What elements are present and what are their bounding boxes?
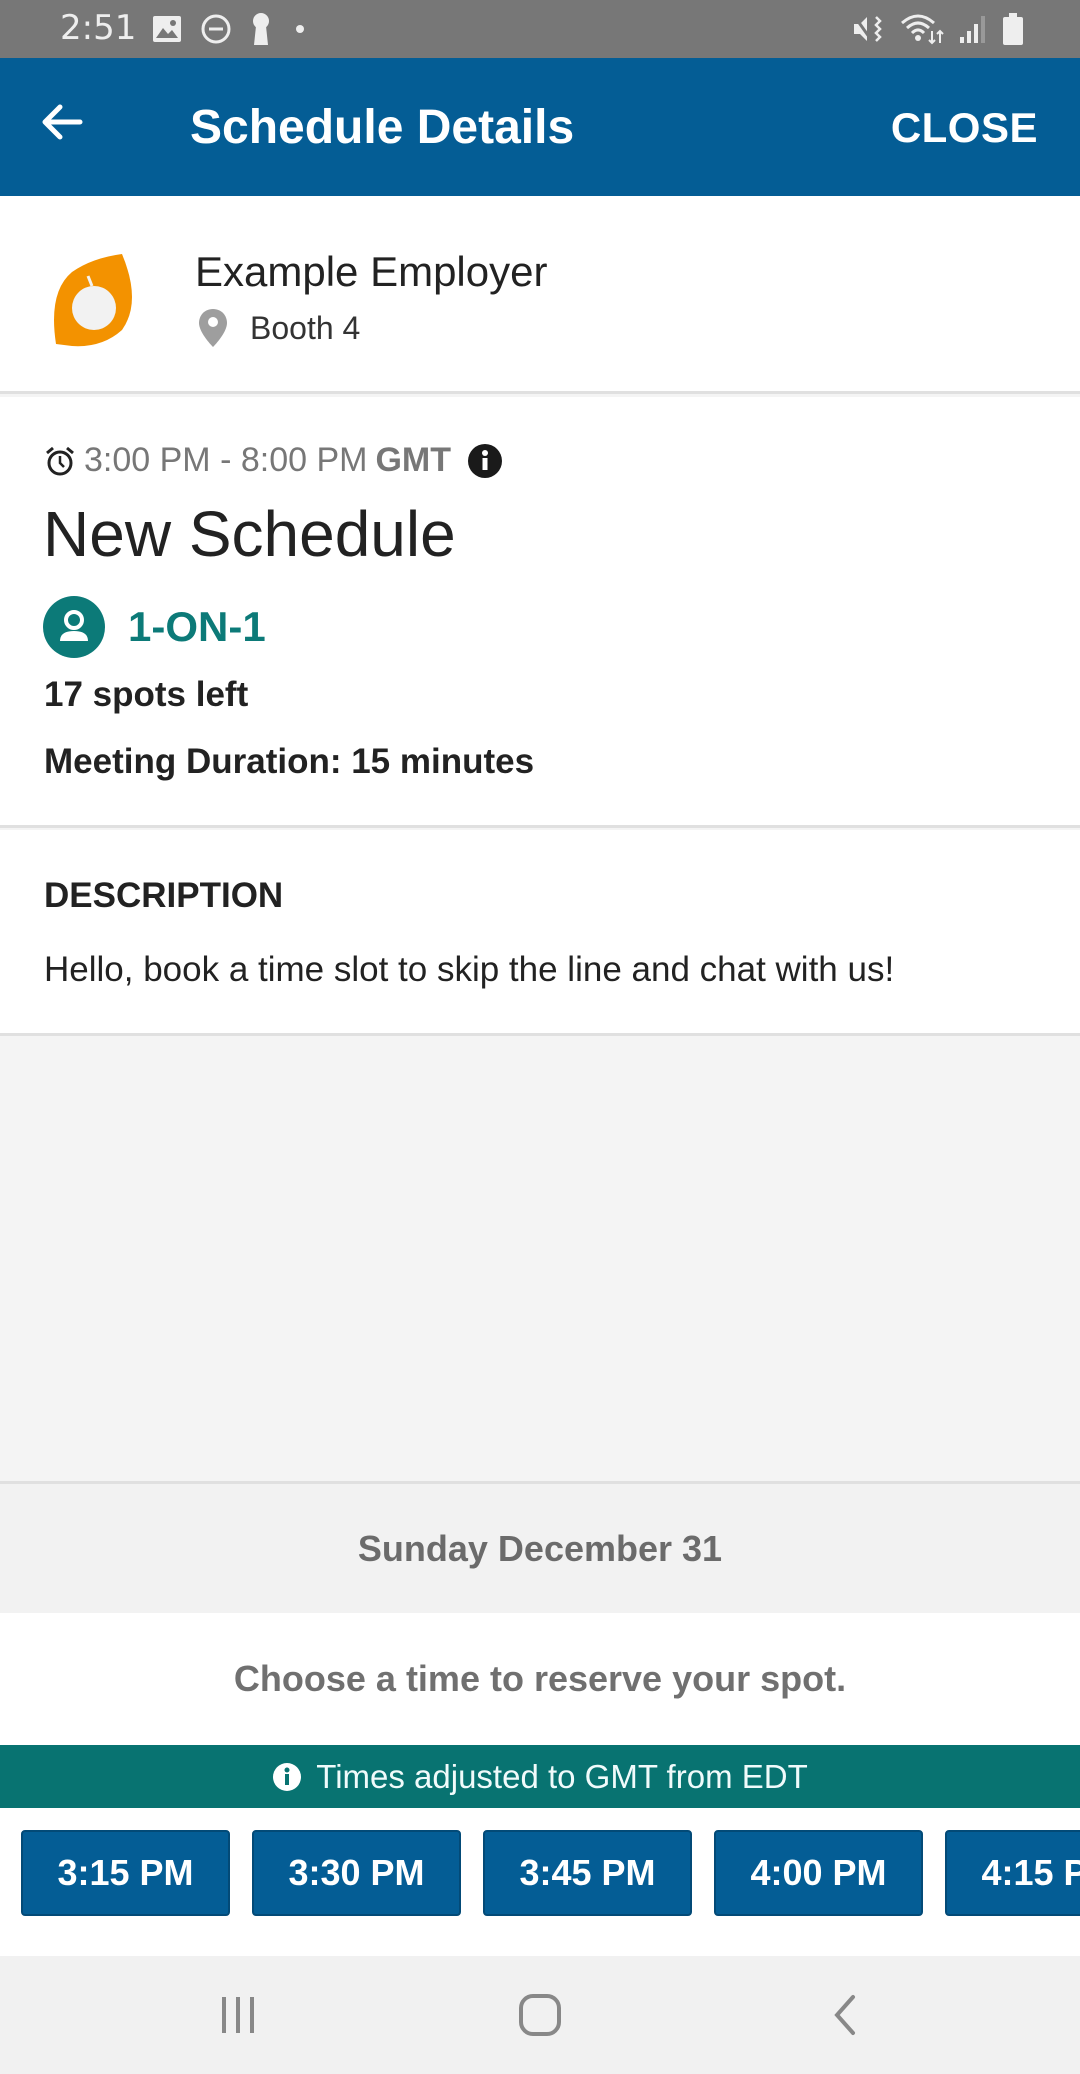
status-time: 2:51 — [60, 8, 137, 48]
timezone: GMT — [375, 441, 452, 479]
home-icon — [519, 1994, 561, 2036]
description-section: DESCRIPTION Hello, book a time slot to s… — [0, 830, 1080, 1036]
back-button[interactable] — [38, 98, 98, 158]
time-slot-button[interactable]: 3:45 PM — [483, 1830, 692, 1916]
meeting-duration: Meeting Duration: 15 minutes — [44, 742, 535, 781]
vibrate-mute-icon — [853, 16, 882, 42]
nav-back-button[interactable] — [814, 1990, 874, 2040]
battery-icon — [1003, 13, 1023, 45]
time-range: 3:00 PM - 8:00 PM — [84, 441, 368, 479]
close-button[interactable]: CLOSE — [891, 104, 1038, 152]
timezone-notice: Times adjusted to GMT from EDT — [0, 1745, 1080, 1808]
time-slot-scroller[interactable]: 3:15 PM 3:30 PM 3:45 PM 4:00 PM 4:15 PM — [0, 1808, 1080, 1956]
spots-left: 17 spots left — [44, 675, 249, 714]
image-icon — [153, 16, 181, 42]
chevron-left-icon — [834, 1995, 855, 2035]
home-button[interactable] — [510, 1990, 570, 2040]
dot-icon — [296, 25, 304, 33]
schedule-info: 3:00 PM - 8:00 PM GMT New Schedule 1-ON-… — [0, 397, 1080, 828]
timezone-notice-text: Times adjusted to GMT from EDT — [316, 1757, 808, 1795]
employer-logo — [54, 254, 132, 347]
schedule-title: New Schedule — [43, 498, 456, 570]
booking-date: Sunday December 31 — [0, 1481, 1080, 1613]
alarm-clock-icon — [46, 446, 74, 475]
recent-apps-button[interactable] — [208, 1990, 268, 2040]
employer-header: Example Employer Booth 4 — [0, 196, 1080, 394]
page-title: Schedule Details — [190, 101, 575, 154]
info-icon[interactable] — [467, 443, 503, 479]
time-slot-button[interactable]: 3:30 PM — [252, 1830, 461, 1916]
description-text: Hello, book a time slot to skip the line… — [44, 950, 895, 989]
keyhole-icon — [253, 13, 269, 45]
employer-name: Example Employer — [195, 248, 548, 295]
schedule-time: 3:00 PM - 8:00 PM GMT — [44, 441, 503, 480]
schedule-type-label: 1-ON-1 — [128, 603, 266, 650]
booking-prompt: Choose a time to reserve your spot. — [0, 1613, 1080, 1745]
signal-icon — [960, 16, 985, 43]
info-icon — [273, 1762, 302, 1791]
location-pin-icon — [199, 309, 227, 347]
status-bar: 2:51 — [0, 0, 1080, 58]
booth-label: Booth 4 — [250, 309, 361, 346]
time-slot-button[interactable]: 4:00 PM — [714, 1830, 923, 1916]
schedule-type: 1-ON-1 — [42, 595, 266, 659]
description-heading: DESCRIPTION — [44, 876, 284, 915]
system-nav-bar — [0, 1956, 1080, 2074]
time-slot-button[interactable]: 3:15 PM — [21, 1830, 230, 1916]
recent-apps-icon — [222, 1997, 254, 2033]
app-bar: Schedule Details CLOSE — [0, 58, 1080, 196]
wifi-icon — [901, 14, 944, 45]
time-slot-button[interactable]: 4:15 PM — [945, 1830, 1080, 1916]
person-icon — [43, 596, 105, 658]
employer-location: Booth 4 — [198, 308, 360, 348]
do-not-disturb-icon — [201, 14, 231, 44]
arrow-left-icon — [42, 104, 83, 140]
